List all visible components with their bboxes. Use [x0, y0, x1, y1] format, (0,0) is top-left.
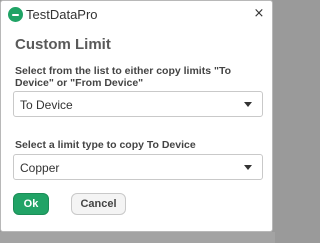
custom-limit-dialog: TestDataPro × Custom Limit Select from t… [0, 0, 273, 232]
app-title: TestDataPro [26, 7, 98, 22]
limit-type-select[interactable]: Copper [13, 154, 263, 180]
ok-button[interactable]: Ok [13, 193, 49, 215]
cancel-button[interactable]: Cancel [71, 193, 126, 215]
copy-direction-select[interactable]: To Device [13, 91, 263, 117]
testdatapro-logo-icon [8, 7, 23, 22]
close-icon[interactable]: × [251, 6, 267, 22]
chevron-down-icon [244, 102, 252, 107]
dialog-heading: Custom Limit [15, 36, 111, 53]
dialog-titlebar: TestDataPro × [1, 1, 272, 29]
copy-direction-label: Select from the list to either copy limi… [15, 65, 231, 89]
limit-type-value: Copper [20, 161, 60, 175]
chevron-down-icon [244, 165, 252, 170]
background-window-strip [0, 232, 275, 243]
limit-type-label: Select a limit type to copy To Device [15, 139, 196, 151]
copy-direction-value: To Device [20, 98, 73, 112]
